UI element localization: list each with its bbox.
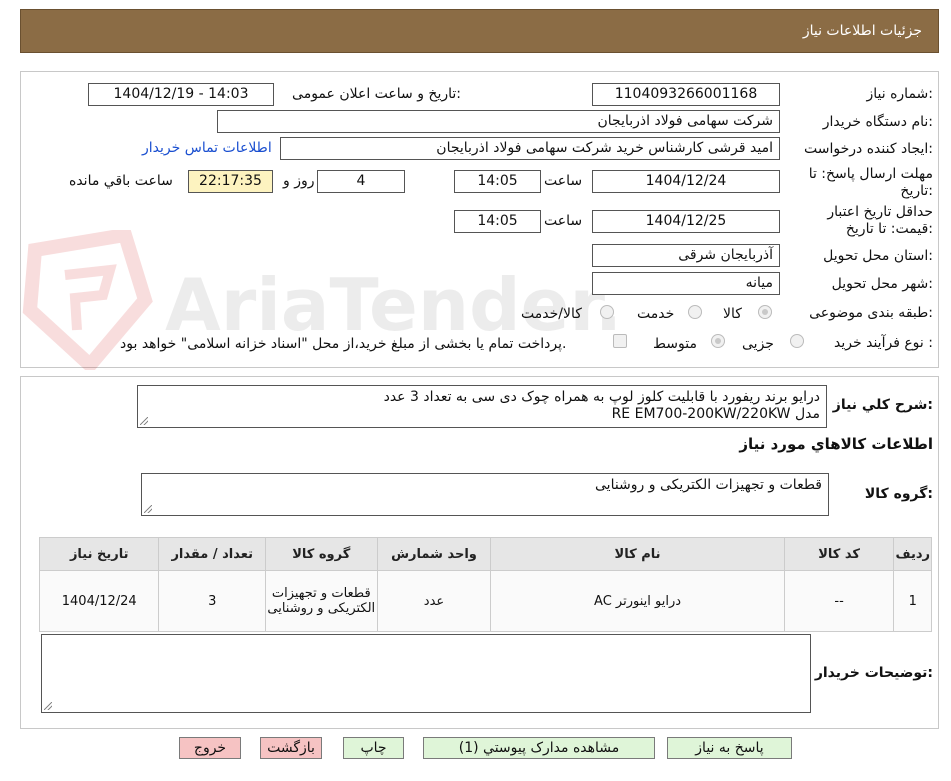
col-name: نام کالا	[490, 537, 785, 571]
province-label: استان محل تحویل:	[823, 248, 933, 264]
deadline-date-field: 1404/12/24	[592, 170, 780, 193]
cell-name: درایو اینورتر AC	[490, 570, 785, 632]
validity-date-field: 1404/12/25	[592, 210, 780, 233]
days-label: روز و	[283, 173, 315, 189]
validity-label: حداقل تاریخ اعتبار قیمت: تا تاریخ:	[827, 204, 933, 237]
exit-button[interactable]: خروج	[179, 737, 241, 759]
process-medium-label: متوسط	[653, 336, 697, 352]
buyer-label: نام دستگاه خریدار:	[822, 114, 933, 130]
process-minor-radio[interactable]	[790, 334, 804, 348]
resize-grip-icon[interactable]	[144, 505, 152, 513]
deadline-label: مهلت ارسال پاسخ: تا تاریخ:	[808, 166, 933, 199]
buyer-field: شرکت سهامی فولاد اذربایجان	[217, 110, 780, 133]
buyer-notes-textarea	[41, 634, 811, 713]
contact-buyer-link[interactable]: اطلاعات تماس خریدار	[142, 140, 272, 156]
days-field: 4	[317, 170, 405, 193]
resize-grip-icon[interactable]	[140, 417, 148, 425]
deadline-time-label: ساعت	[544, 173, 583, 189]
summary-label: شرح کلي نياز:	[832, 397, 933, 413]
col-row: ردیف	[893, 537, 932, 571]
cell-code: --	[783, 570, 895, 632]
col-code: کد کالا	[783, 537, 895, 571]
process-label: نوع فرآیند خرید :	[834, 335, 933, 351]
col-qty: تعداد / مقدار	[158, 537, 266, 571]
province-field: آذربایجان شرقی	[592, 244, 780, 267]
category-goods-service-radio[interactable]	[600, 305, 614, 319]
view-attachments-button[interactable]: مشاهده مدارک پیوستي (1)	[423, 737, 655, 759]
cell-row: 1	[893, 570, 932, 632]
col-group: گروه کالا	[264, 537, 378, 571]
announce-field: 1404/12/19 - 14:03	[88, 83, 274, 106]
print-button[interactable]: چاپ	[343, 737, 404, 759]
category-label: طبقه بندی موضوعی:	[809, 305, 933, 321]
cell-unit: عدد	[376, 570, 492, 632]
goods-group-textarea: قطعات و تجهیزات الکتریکی و روشنایی	[141, 473, 829, 516]
city-field: میانه	[592, 272, 780, 295]
need-number-label: شماره نیاز:	[866, 86, 933, 102]
cell-group: قطعات و تجهیزات الکتریکی و روشنایی	[264, 570, 378, 632]
category-service-label: خدمت	[637, 306, 675, 322]
city-label: شهر محل تحویل:	[831, 276, 933, 292]
remaining-time-field: 22:17:35	[188, 170, 273, 193]
buyer-notes-label: توضیحات خریدار:	[814, 665, 933, 681]
page-title: جزئیات اطلاعات نیاز	[802, 23, 922, 39]
validity-time-field: 14:05	[454, 210, 541, 233]
summary-line-2: مدل RE EM700-200KW/220KW	[611, 406, 820, 422]
goods-info-title: اطلاعات کالاهاي مورد نياز	[739, 435, 933, 453]
remaining-label: ساعت باقي مانده	[69, 173, 173, 189]
need-number-field: 1104093266001168	[592, 83, 780, 106]
table-row: 1 -- درایو اینورتر AC عدد قطعات و تجهیزا…	[38, 570, 932, 632]
summary-textarea: درایو برند ریفورد با قابلیت کلوز لوپ به …	[137, 385, 827, 428]
category-goods-service-label: کالا/خدمت	[521, 306, 582, 322]
category-service-radio[interactable]	[688, 305, 702, 319]
process-medium-radio[interactable]	[711, 334, 725, 348]
announce-label: تاریخ و ساعت اعلان عمومی:	[292, 86, 461, 102]
creator-field: امید قرشی کارشناس خرید شرکت سهامی فولاد …	[280, 137, 780, 160]
items-table: ردیف کد کالا نام کالا واحد شمارش گروه کا…	[38, 537, 932, 632]
process-minor-label: جزیی	[742, 336, 774, 352]
summary-line-1: درایو برند ریفورد با قابلیت کلوز لوپ به …	[383, 389, 820, 405]
category-goods-radio[interactable]	[758, 305, 772, 319]
goods-group-value: قطعات و تجهیزات الکتریکی و روشنایی	[595, 477, 822, 493]
treasury-payment-checkbox[interactable]	[613, 334, 627, 348]
cell-qty: 3	[158, 570, 266, 632]
col-unit: واحد شمارش	[376, 537, 492, 571]
table-header-row: ردیف کد کالا نام کالا واحد شمارش گروه کا…	[38, 537, 932, 571]
reply-button[interactable]: پاسخ به نیاز	[667, 737, 792, 759]
creator-label: ایجاد کننده درخواست:	[804, 141, 933, 157]
deadline-time-field: 14:05	[454, 170, 541, 193]
resize-grip-icon[interactable]	[44, 702, 52, 710]
category-goods-label: کالا	[723, 306, 742, 322]
cell-date: 1404/12/24	[38, 570, 160, 632]
col-date: تاریخ نیاز	[38, 537, 160, 571]
page-header: جزئیات اطلاعات نیاز	[20, 9, 939, 53]
treasury-payment-note: پرداخت تمام یا بخشی از مبلغ خرید،از محل …	[120, 336, 567, 352]
validity-time-label: ساعت	[544, 213, 583, 229]
back-button[interactable]: بازگشت	[260, 737, 322, 759]
goods-group-label: گروه کالا:	[864, 486, 933, 502]
svg-text:AriaTender.neT: AriaTender.neT	[165, 263, 615, 347]
